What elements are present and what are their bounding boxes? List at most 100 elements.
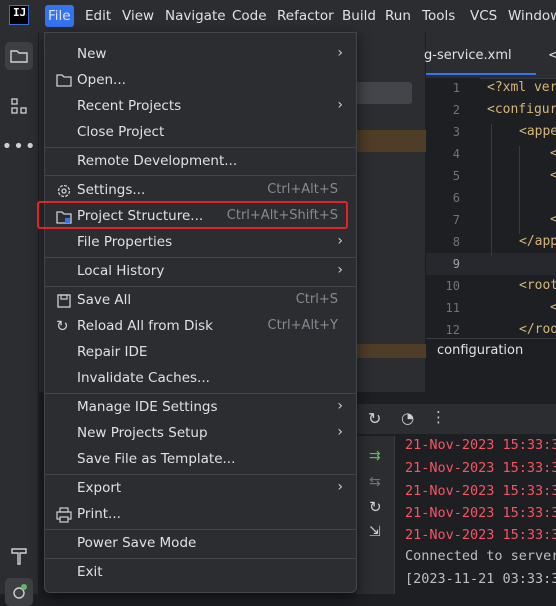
submenu-arrow-icon: › <box>337 398 343 414</box>
menu-item-file-properties[interactable]: File Properties › <box>45 230 356 256</box>
reload-disabled-icon: ⇆ <box>369 474 381 490</box>
console-line: 21-Nov-2023 15:33:3 <box>405 505 556 521</box>
menu-item-label: File Properties <box>77 234 173 250</box>
code-line[interactable]: </roo <box>519 322 556 337</box>
restart-icon[interactable]: ⇉ <box>369 448 381 464</box>
menu-window[interactable]: Window <box>508 0 556 32</box>
build-hammer-icon[interactable] <box>5 542 33 570</box>
file-menu-dropdown: New › Open... Recent Projects › Close Pr… <box>44 32 357 593</box>
menu-item-local-history[interactable]: Local History › <box>45 259 356 285</box>
editor-gutter <box>426 78 480 338</box>
menu-separator <box>45 393 356 394</box>
menu-item-label: Open... <box>77 72 126 88</box>
more-icon[interactable]: ••• <box>2 132 36 160</box>
menu-navigate[interactable]: Navigate <box>165 0 226 32</box>
gear-icon <box>56 183 72 199</box>
menu-item-label: Reload All from Disk <box>77 318 213 334</box>
active-tab-indicator <box>426 73 536 75</box>
code-line[interactable]: < <box>550 146 556 161</box>
menu-refactor[interactable]: Refactor <box>277 0 334 32</box>
menu-item-print[interactable]: Print... <box>45 502 356 528</box>
menu-separator <box>45 147 356 148</box>
project-tree-row-highlight <box>354 344 426 358</box>
structure-icon[interactable] <box>5 92 33 120</box>
menu-build[interactable]: Build <box>342 0 376 32</box>
code-line[interactable]: <appe <box>519 124 556 139</box>
console-line: [2023-11-21 03:33:3 <box>405 571 556 587</box>
menu-separator <box>45 529 356 530</box>
line-number: 7 <box>452 213 460 227</box>
menu-item-power-save-mode[interactable]: Power Save Mode <box>45 531 356 557</box>
code-line[interactable]: < <box>550 212 556 227</box>
menu-tools[interactable]: Tools <box>422 0 455 32</box>
menu-vcs[interactable]: VCS <box>470 0 497 32</box>
menu-item-recent-projects[interactable]: Recent Projects › <box>45 94 356 120</box>
code-line[interactable]: < <box>550 300 556 315</box>
project-folder-icon[interactable] <box>5 42 33 70</box>
menu-item-label: Print... <box>77 506 121 522</box>
console-line: 21-Nov-2023 15:33:3 <box>405 483 556 499</box>
menu-item-exit[interactable]: Exit <box>45 560 356 586</box>
menu-item-shortcut: Ctrl+Alt+S <box>267 182 338 197</box>
editor-tab[interactable]: g-service.xml <box>424 48 512 63</box>
rerun-icon[interactable]: ↻ <box>368 409 381 428</box>
menu-item-save-all[interactable]: Save All Ctrl+S <box>45 288 356 314</box>
menu-item-new-projects-setup[interactable]: New Projects Setup › <box>45 421 356 447</box>
more-options-icon[interactable]: ⋮ <box>431 408 446 426</box>
menu-item-invalidate-caches[interactable]: Invalidate Caches... <box>45 366 356 392</box>
menu-separator <box>45 175 356 176</box>
menu-item-label: Local History <box>77 263 165 279</box>
menu-item-label: Settings... <box>77 182 146 198</box>
menu-run[interactable]: Run <box>385 0 411 32</box>
line-number: 3 <box>452 125 460 139</box>
indent-guide <box>491 124 492 256</box>
menu-item-label: Save File as Template... <box>77 451 236 467</box>
export-icon[interactable]: ⇲ <box>369 524 381 540</box>
menu-item-repair-ide[interactable]: Repair IDE <box>45 340 356 366</box>
menu-item-close-project[interactable]: Close Project <box>45 120 356 146</box>
line-number: 9 <box>452 257 460 271</box>
submenu-arrow-icon: › <box>337 262 343 278</box>
menu-item-reload-all[interactable]: ↻ Reload All from Disk Ctrl+Alt+Y <box>45 314 356 340</box>
line-number: 10 <box>445 279 460 293</box>
indent-guide <box>519 146 520 234</box>
menu-item-new[interactable]: New › <box>45 42 356 68</box>
line-number: 4 <box>452 147 460 161</box>
services-icon[interactable] <box>5 578 33 606</box>
menu-item-label: Exit <box>77 564 103 580</box>
menu-code[interactable]: Code <box>232 0 267 32</box>
submenu-arrow-icon: › <box>337 479 343 495</box>
code-line[interactable]: </app <box>519 234 556 249</box>
menu-item-save-file-as-template[interactable]: Save File as Template... <box>45 447 356 473</box>
speedometer-icon[interactable]: ◔ <box>401 409 414 427</box>
menu-item-open[interactable]: Open... <box>45 68 356 94</box>
submenu-arrow-icon: › <box>337 233 343 249</box>
menu-separator <box>45 474 356 475</box>
refresh-icon[interactable]: ↻ <box>369 498 382 516</box>
line-number: 2 <box>452 103 460 117</box>
editor-tab-2[interactable]: < <box>548 48 556 63</box>
console-line: Connected to server <box>405 548 556 564</box>
menu-item-label: Manage IDE Settings <box>77 399 218 415</box>
menu-item-remote-development[interactable]: Remote Development... <box>45 149 356 175</box>
code-line[interactable]: <configur <box>487 102 556 117</box>
menu-item-shortcut: Ctrl+Alt+Y <box>267 318 338 333</box>
menu-separator <box>45 286 356 287</box>
menu-item-label: Export <box>77 480 122 496</box>
menu-item-export[interactable]: Export › <box>45 476 356 502</box>
app-logo-icon[interactable]: IJ <box>9 5 29 25</box>
menu-edit[interactable]: Edit <box>85 0 111 32</box>
submenu-arrow-icon: › <box>337 97 343 113</box>
submenu-arrow-icon: › <box>337 424 343 440</box>
line-number: 11 <box>445 301 460 315</box>
code-line[interactable]: <root <box>519 278 556 293</box>
submenu-arrow-icon: › <box>337 45 343 61</box>
line-number: 1 <box>452 81 460 95</box>
code-line[interactable]: <?xml ver <box>487 80 556 95</box>
menu-file[interactable]: File <box>45 5 74 27</box>
code-line[interactable]: < <box>550 168 556 183</box>
menu-item-manage-ide-settings[interactable]: Manage IDE Settings › <box>45 395 356 421</box>
breadcrumb-item[interactable]: configuration <box>437 343 523 358</box>
menu-view[interactable]: View <box>122 0 154 32</box>
reload-icon: ↻ <box>56 317 69 335</box>
